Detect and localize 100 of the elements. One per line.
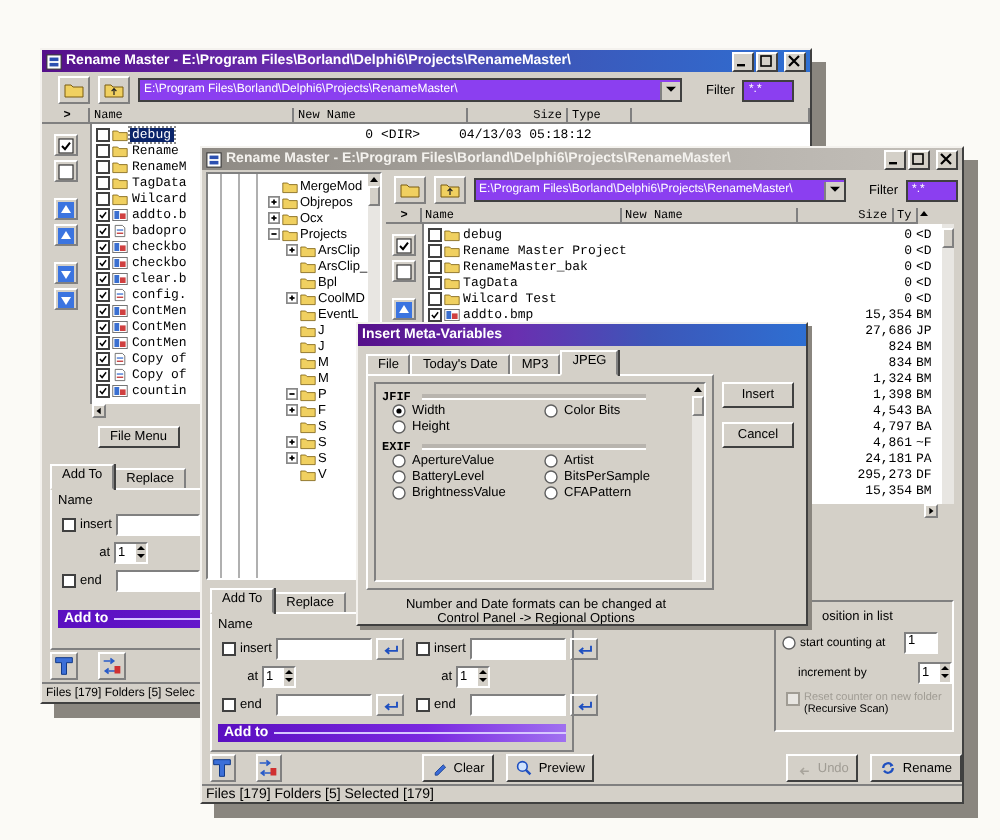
scrollbar[interactable] bbox=[924, 504, 938, 518]
checkbox[interactable] bbox=[96, 127, 110, 141]
uncheck-all-button[interactable] bbox=[54, 160, 78, 182]
folder-up-button[interactable] bbox=[433, 176, 466, 204]
checkbox[interactable] bbox=[96, 319, 110, 333]
folder-up-button[interactable] bbox=[98, 76, 130, 104]
checkbox[interactable] bbox=[427, 291, 442, 305]
scroll-thumb[interactable] bbox=[692, 396, 704, 416]
radio-button[interactable] bbox=[544, 404, 558, 418]
checkbox[interactable] bbox=[96, 335, 110, 349]
radio-button[interactable] bbox=[782, 636, 796, 650]
checkbox[interactable] bbox=[96, 271, 110, 285]
expander[interactable] bbox=[286, 244, 298, 256]
close-button[interactable] bbox=[784, 51, 806, 71]
up-triangle-icon bbox=[58, 201, 74, 217]
checkbox[interactable] bbox=[222, 698, 236, 712]
expander[interactable] bbox=[286, 404, 298, 416]
scrollbar[interactable] bbox=[92, 404, 106, 418]
insert-field[interactable] bbox=[470, 638, 566, 660]
check-all-button[interactable] bbox=[391, 234, 416, 256]
maximize-button[interactable] bbox=[756, 51, 778, 71]
pen-icon bbox=[431, 760, 448, 776]
folder-button[interactable] bbox=[393, 176, 426, 204]
checkbox[interactable] bbox=[96, 159, 110, 173]
check-all-button[interactable] bbox=[54, 134, 78, 156]
move-down-button[interactable] bbox=[54, 288, 78, 310]
checkbox[interactable] bbox=[96, 287, 110, 301]
checkbox[interactable] bbox=[427, 307, 442, 321]
insert-field[interactable] bbox=[276, 638, 372, 660]
swap-button[interactable] bbox=[255, 754, 282, 782]
return-arrow-icon bbox=[575, 643, 593, 655]
move-up-button[interactable] bbox=[54, 198, 78, 220]
radio-button[interactable] bbox=[392, 470, 406, 484]
checkbox[interactable] bbox=[427, 275, 442, 289]
checkbox[interactable] bbox=[416, 642, 430, 656]
checkbox[interactable] bbox=[222, 642, 236, 656]
radio-button[interactable] bbox=[544, 454, 558, 468]
maximize-button[interactable] bbox=[908, 149, 930, 169]
insert-arrow-button[interactable] bbox=[570, 638, 598, 660]
checkbox[interactable] bbox=[96, 383, 110, 397]
checkbox[interactable] bbox=[96, 175, 110, 189]
scroll-thumb[interactable] bbox=[367, 186, 380, 206]
checkbox[interactable] bbox=[96, 191, 110, 205]
expander[interactable] bbox=[268, 212, 280, 224]
insert-field[interactable] bbox=[116, 514, 200, 537]
checked-box-icon bbox=[58, 137, 74, 153]
return-arrow-icon bbox=[381, 643, 399, 655]
checkbox[interactable] bbox=[96, 255, 110, 269]
expander[interactable] bbox=[286, 292, 298, 304]
checkbox[interactable] bbox=[427, 227, 442, 241]
checkbox[interactable] bbox=[96, 143, 110, 157]
checkbox[interactable] bbox=[427, 259, 442, 273]
minimize-button[interactable] bbox=[884, 149, 906, 169]
move-down-button[interactable] bbox=[54, 262, 78, 284]
insert-arrow-button[interactable] bbox=[376, 638, 404, 660]
move-up-button[interactable] bbox=[391, 298, 416, 320]
minimize-button[interactable] bbox=[732, 51, 754, 71]
checkbox[interactable] bbox=[96, 239, 110, 253]
checkbox[interactable] bbox=[427, 243, 442, 257]
radio-button[interactable] bbox=[544, 486, 558, 500]
scrollbar[interactable] bbox=[942, 224, 954, 504]
end-field[interactable] bbox=[116, 570, 200, 593]
radio-button[interactable] bbox=[392, 454, 406, 468]
expander[interactable] bbox=[268, 196, 280, 208]
tool-button[interactable] bbox=[210, 754, 236, 782]
folder-button[interactable] bbox=[58, 76, 90, 104]
close-button[interactable] bbox=[936, 149, 958, 169]
tool-button[interactable] bbox=[50, 652, 78, 680]
maximize-icon bbox=[758, 53, 774, 67]
expander[interactable] bbox=[286, 452, 298, 464]
dropdown-arrow-icon bbox=[829, 186, 840, 194]
radio-button[interactable] bbox=[392, 420, 406, 434]
scroll-up-icon[interactable] bbox=[692, 384, 704, 396]
checkbox[interactable] bbox=[96, 367, 110, 381]
down-triangle-icon bbox=[58, 265, 74, 281]
radio-button[interactable] bbox=[392, 404, 406, 418]
expander[interactable] bbox=[268, 228, 280, 240]
end-field[interactable] bbox=[276, 694, 372, 716]
move-up-button[interactable] bbox=[54, 224, 78, 246]
scrollbar[interactable] bbox=[692, 384, 704, 580]
checkbox[interactable] bbox=[96, 223, 110, 237]
arrows-icon bbox=[258, 758, 279, 778]
uncheck-all-button[interactable] bbox=[391, 260, 416, 282]
expander[interactable] bbox=[286, 436, 298, 448]
down-triangle-icon bbox=[58, 291, 74, 307]
checkbox[interactable] bbox=[96, 207, 110, 221]
scroll-up-icon[interactable] bbox=[367, 174, 380, 186]
checkbox[interactable] bbox=[96, 303, 110, 317]
end-arrow-button[interactable] bbox=[376, 694, 404, 716]
checkbox[interactable] bbox=[62, 518, 76, 533]
swap-button[interactable] bbox=[98, 652, 126, 680]
radio-button[interactable] bbox=[544, 470, 558, 484]
expander[interactable] bbox=[286, 388, 298, 400]
end-field[interactable] bbox=[470, 694, 566, 716]
checkbox[interactable] bbox=[416, 698, 430, 712]
dropdown-arrow-icon bbox=[666, 86, 676, 94]
checkbox[interactable] bbox=[96, 351, 110, 365]
end-arrow-button[interactable] bbox=[570, 694, 598, 716]
checkbox[interactable] bbox=[62, 574, 76, 589]
radio-button[interactable] bbox=[392, 486, 406, 500]
